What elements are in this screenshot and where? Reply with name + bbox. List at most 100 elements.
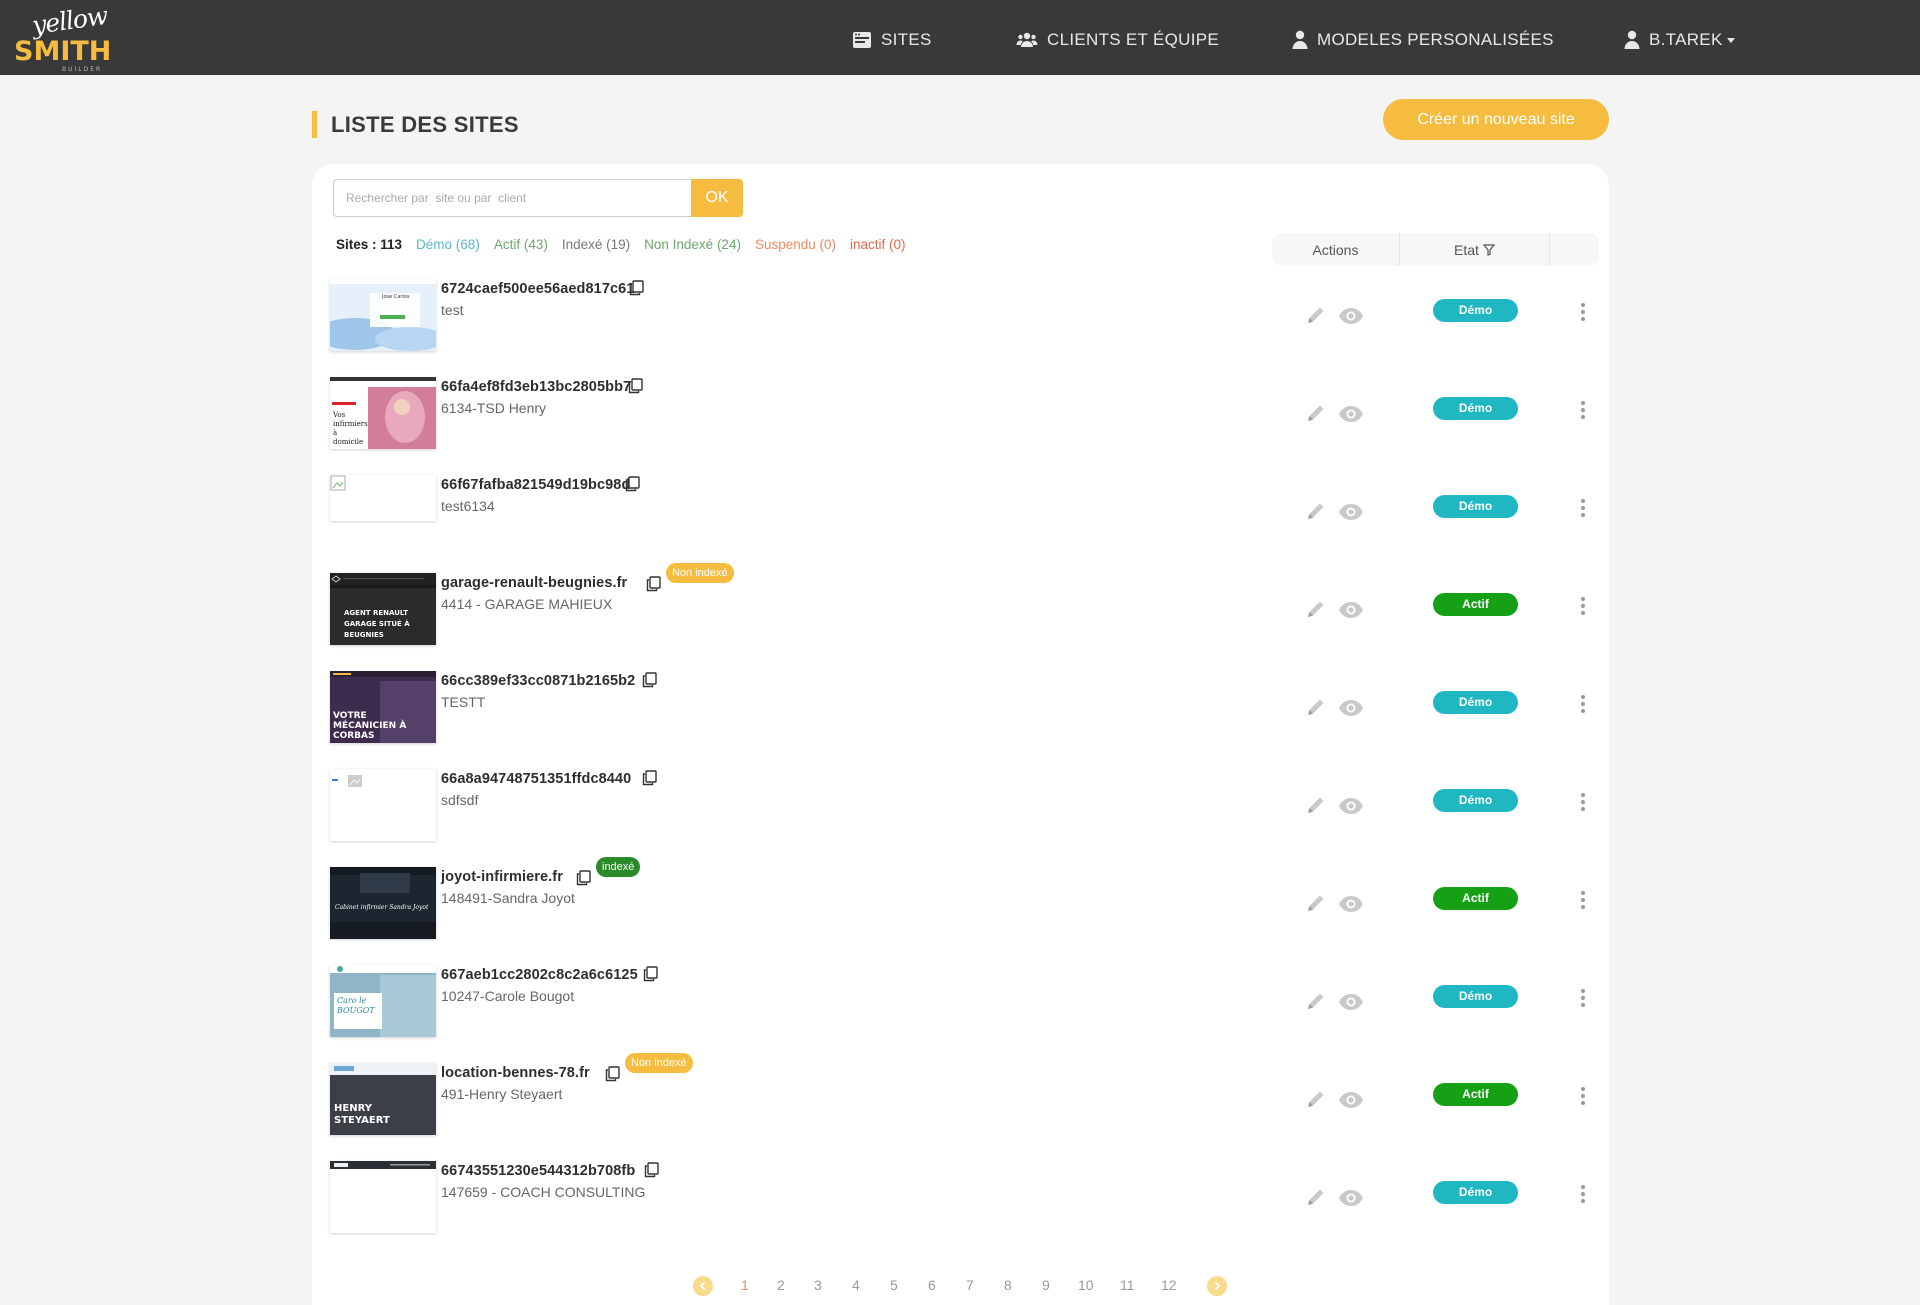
pencil-edit-icon[interactable] [1305, 304, 1327, 326]
site-thumbnail[interactable]: HENRY STEYAERT [330, 1063, 436, 1135]
pencil-edit-icon[interactable] [1305, 598, 1327, 620]
nav-clients[interactable]: CLIENTS ET ÉQUIPE [1016, 25, 1219, 55]
copy-icon[interactable] [625, 476, 640, 492]
th-etat[interactable]: Etat [1400, 233, 1550, 266]
filter-non-indexe[interactable]: Non Indexé (24) [644, 237, 741, 252]
page-link[interactable]: 1 [741, 1277, 749, 1293]
eye-view-icon[interactable] [1338, 601, 1364, 619]
status-badge: Démo [1433, 299, 1518, 322]
eye-view-icon[interactable] [1338, 797, 1364, 815]
site-thumbnail[interactable] [330, 475, 436, 521]
filter-suspendu[interactable]: Suspendu (0) [755, 237, 836, 252]
more-vertical-icon[interactable] [1580, 1184, 1586, 1204]
page-link[interactable]: 9 [1042, 1277, 1050, 1293]
more-vertical-icon[interactable] [1580, 302, 1586, 322]
site-name[interactable]: joyot-infirmiere.fr [441, 869, 563, 885]
filter-actif[interactable]: Actif (43) [494, 237, 548, 252]
site-name[interactable]: 66f67fafba821549d19bc98d [441, 477, 630, 493]
page-link[interactable]: 12 [1161, 1277, 1177, 1293]
copy-icon[interactable] [628, 378, 643, 394]
pencil-edit-icon[interactable] [1305, 794, 1327, 816]
site-name[interactable]: 66a8a94748751351ffdc8440 [441, 771, 631, 787]
search-ok-button[interactable]: OK [691, 179, 743, 217]
copy-icon[interactable] [646, 576, 661, 592]
prev-page-button[interactable] [693, 1276, 713, 1296]
eye-view-icon[interactable] [1338, 895, 1364, 913]
more-vertical-icon[interactable] [1580, 400, 1586, 420]
site-thumbnail[interactable]: Vos infirmiers à domicile [330, 377, 436, 449]
pencil-edit-icon[interactable] [1305, 990, 1327, 1012]
site-thumbnail[interactable]: VOTRE MÉCANICIEN À CORBAS [330, 671, 436, 743]
eye-view-icon[interactable] [1338, 503, 1364, 521]
th-etat-label: Etat [1454, 241, 1479, 258]
pencil-edit-icon[interactable] [1305, 500, 1327, 522]
next-page-button[interactable] [1207, 1276, 1227, 1296]
copy-icon[interactable] [643, 966, 658, 982]
pencil-edit-icon[interactable] [1305, 1186, 1327, 1208]
copy-icon[interactable] [576, 870, 591, 886]
more-vertical-icon[interactable] [1580, 498, 1586, 518]
pencil-edit-icon[interactable] [1305, 696, 1327, 718]
page-link[interactable]: 3 [814, 1277, 822, 1293]
site-name[interactable]: location-bennes-78.fr [441, 1065, 590, 1081]
top-navbar: yellow SMITH BUILDER SITES CLIENTS ET ÉQ… [0, 0, 1920, 75]
page-link[interactable]: 7 [966, 1277, 974, 1293]
eye-view-icon[interactable] [1338, 1091, 1364, 1109]
copy-icon[interactable] [642, 672, 657, 688]
filter-inactif[interactable]: inactif (0) [850, 237, 906, 252]
site-name[interactable]: 66fa4ef8fd3eb13bc2805bb7 [441, 379, 631, 395]
create-site-button[interactable]: Créer un nouveau site [1383, 99, 1609, 140]
search-input[interactable] [333, 179, 691, 217]
page-link[interactable]: 10 [1078, 1277, 1094, 1293]
more-vertical-icon[interactable] [1580, 792, 1586, 812]
page-link[interactable]: 6 [928, 1277, 936, 1293]
more-vertical-icon[interactable] [1580, 988, 1586, 1008]
eye-view-icon[interactable] [1338, 405, 1364, 423]
thumbnail-text: AGENT RENAULT GARAGE SITUÉ À BEUGNIES [344, 609, 410, 639]
pencil-edit-icon[interactable] [1305, 1088, 1327, 1110]
pencil-edit-icon[interactable] [1305, 892, 1327, 914]
user-menu-dropdown[interactable]: B.TAREK [1624, 25, 1735, 55]
copy-icon[interactable] [642, 770, 657, 786]
yellow-smith-logo[interactable]: yellow SMITH BUILDER [14, 1, 114, 73]
page-link[interactable]: 11 [1120, 1277, 1135, 1293]
filter-indexe[interactable]: Indexé (19) [562, 237, 630, 252]
site-name[interactable]: 667aeb1cc2802c8c2a6c6125 [441, 967, 638, 983]
site-thumbnail[interactable] [330, 1161, 436, 1233]
page-link[interactable]: 8 [1004, 1277, 1012, 1293]
more-vertical-icon[interactable] [1580, 890, 1586, 910]
client-name: 147659 - COACH CONSULTING [441, 1184, 646, 1200]
nav-sites[interactable]: SITES [852, 25, 932, 55]
site-name[interactable]: garage-renault-beugnies.fr [441, 575, 627, 591]
status-filters: Sites : 113 Démo (68) Actif (43) Indexé … [336, 237, 906, 252]
site-name[interactable]: 66743551230e544312b708fb [441, 1163, 635, 1179]
page-link[interactable]: 5 [890, 1277, 898, 1293]
site-row: AGENT RENAULT GARAGE SITUÉ À BEUGNIES ga… [312, 561, 1609, 659]
site-name[interactable]: 66cc389ef33cc0871b2165b2 [441, 673, 635, 689]
more-vertical-icon[interactable] [1580, 1086, 1586, 1106]
site-thumbnail[interactable]: Jose Carlos [330, 279, 436, 351]
eye-view-icon[interactable] [1338, 699, 1364, 717]
page-link[interactable]: 4 [852, 1277, 860, 1293]
filter-demo[interactable]: Démo (68) [416, 237, 480, 252]
site-thumbnail[interactable]: Cabinet infirmier Sandra Joyot [330, 867, 436, 939]
more-vertical-icon[interactable] [1580, 694, 1586, 714]
table-header: Actions Etat [1272, 233, 1599, 266]
copy-icon[interactable] [629, 280, 644, 296]
eye-view-icon[interactable] [1338, 993, 1364, 1011]
eye-view-icon[interactable] [1338, 307, 1364, 325]
site-name[interactable]: 6724caef500ee56aed817c61 [441, 281, 635, 297]
nav-modeles[interactable]: MODELES PERSONALISÉES [1292, 25, 1554, 55]
filter-total[interactable]: Sites : 113 [336, 237, 402, 252]
pencil-edit-icon[interactable] [1305, 402, 1327, 424]
copy-icon[interactable] [605, 1066, 620, 1082]
filter-funnel-icon[interactable] [1482, 243, 1495, 256]
site-thumbnail[interactable]: Caro le BOUGOT [330, 965, 436, 1037]
copy-icon[interactable] [644, 1162, 659, 1178]
eye-view-icon[interactable] [1338, 1189, 1364, 1207]
site-thumbnail[interactable] [330, 769, 436, 841]
site-thumbnail[interactable]: AGENT RENAULT GARAGE SITUÉ À BEUGNIES [330, 573, 436, 645]
site-row: 66a8a94748751351ffdc8440 sdfsdf Démo [312, 757, 1609, 855]
page-link[interactable]: 2 [777, 1277, 785, 1293]
more-vertical-icon[interactable] [1580, 596, 1586, 616]
